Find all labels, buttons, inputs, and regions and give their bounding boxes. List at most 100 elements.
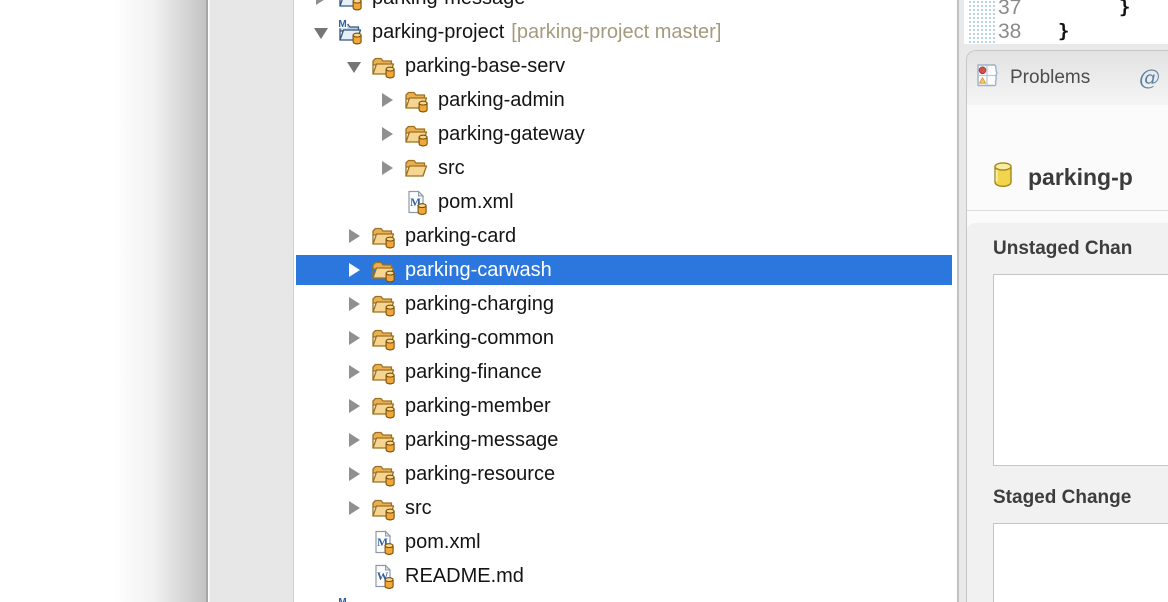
- tree-row-parking-message[interactable]: parking-message: [294, 423, 957, 457]
- maven-folder-icon: M: [337, 0, 364, 12]
- tree-item-label: src: [405, 497, 432, 520]
- tree-row-parking-common[interactable]: parking-common: [294, 321, 957, 355]
- expand-arrow-icon[interactable]: [347, 228, 361, 244]
- git-folder-icon: [370, 53, 397, 80]
- expand-arrow-icon[interactable]: [347, 432, 361, 448]
- git-folder-icon: [370, 223, 397, 250]
- expand-arrow-icon[interactable]: [347, 330, 361, 346]
- tree-row-parking-message[interactable]: Mparking-message: [294, 0, 957, 15]
- tree-row-partial[interactable]: M: [294, 593, 957, 602]
- expand-arrow-icon[interactable]: [314, 0, 328, 6]
- editor-line: 38 }: [964, 20, 1168, 43]
- javadoc-tab-icon[interactable]: @: [1139, 66, 1160, 90]
- expand-arrow-icon[interactable]: [347, 398, 361, 414]
- tree-row-pom.xml[interactable]: M pom.xml: [294, 525, 957, 559]
- tree-item-label: parking-card: [405, 225, 516, 248]
- maven-folder-icon: M: [337, 19, 364, 46]
- svg-text:M: M: [338, 19, 346, 30]
- tree-item-label: parking-message: [405, 429, 558, 452]
- tree-row-parking-base-serv[interactable]: parking-base-serv: [294, 49, 957, 83]
- staged-changes-list[interactable]: [993, 523, 1168, 602]
- git-staging-view: parking-p Unstaged Chan Staged Change: [967, 105, 1168, 602]
- expand-arrow-icon[interactable]: [347, 466, 361, 482]
- tree-item-label: parking-resource: [405, 463, 555, 486]
- maven-folder-icon: M: [337, 597, 364, 602]
- expand-arrow-icon[interactable]: [347, 296, 361, 312]
- expand-arrow-icon[interactable]: [347, 500, 361, 516]
- tree-item-label: parking-project: [372, 21, 504, 44]
- project-explorer-panel: Mparking-message Mparking-project [parkin…: [294, 0, 957, 602]
- tree-row-parking-member[interactable]: parking-member: [294, 389, 957, 423]
- tree-row-parking-finance[interactable]: parking-finance: [294, 355, 957, 389]
- workbench-left-margin: [209, 0, 294, 602]
- collapse-arrow-icon[interactable]: [347, 58, 361, 74]
- tree-row-parking-charging[interactable]: parking-charging: [294, 287, 957, 321]
- tree-item-label: parking-gateway: [438, 123, 585, 146]
- git-folder-icon: [370, 257, 397, 284]
- git-folder-icon: [370, 359, 397, 386]
- git-folder-icon: [370, 495, 397, 522]
- view-tab-bar: Problems @: [967, 51, 1168, 105]
- tree-row-src[interactable]: src: [294, 491, 957, 525]
- maven-file-icon: M: [370, 529, 397, 556]
- bottom-view-panel: Problems @ parking-p: [966, 50, 1168, 602]
- tree-item-label: parking-base-serv: [405, 55, 565, 78]
- problems-icon: [976, 63, 999, 93]
- expand-arrow-icon[interactable]: [380, 126, 394, 142]
- tree-item-label: parking-member: [405, 395, 551, 418]
- git-folder-icon: [370, 393, 397, 420]
- git-folder-icon: [370, 325, 397, 352]
- tree-item-label: README.md: [405, 565, 524, 588]
- maven-file-icon: M: [403, 189, 430, 216]
- tree-row-parking-carwash[interactable]: parking-carwash: [294, 253, 957, 287]
- git-folder-icon: [403, 121, 430, 148]
- expand-arrow-icon[interactable]: [347, 364, 361, 380]
- git-folder-icon: [370, 291, 397, 318]
- project-tree: Mparking-message Mparking-project [parkin…: [294, 0, 957, 602]
- tab-problems-label: Problems: [1010, 67, 1090, 89]
- line-number: 37: [998, 0, 1026, 20]
- git-repository-icon: [993, 161, 1013, 193]
- twisty-spacer: [380, 194, 394, 210]
- tree-item-label: parking-carwash: [405, 259, 552, 282]
- staging-sections: Unstaged Chan Staged Change: [967, 223, 1168, 602]
- expand-arrow-icon[interactable]: [380, 92, 394, 108]
- line-code: }: [1058, 20, 1069, 42]
- tree-row-README.md[interactable]: W README.md: [294, 559, 957, 593]
- git-folder-icon: [370, 461, 397, 488]
- git-folder-icon: [370, 427, 397, 454]
- tree-row-pom.xml[interactable]: M pom.xml: [294, 185, 957, 219]
- staged-changes-heading: Staged Change: [993, 487, 1168, 509]
- tree-row-parking-card[interactable]: parking-card: [294, 219, 957, 253]
- tree-item-label: src: [438, 157, 465, 180]
- background-window-shadow: [0, 0, 208, 602]
- staging-sash[interactable]: [993, 466, 1168, 487]
- tree-row-parking-resource[interactable]: parking-resource: [294, 457, 957, 491]
- tab-problems[interactable]: Problems: [976, 63, 1090, 93]
- tree-row-parking-gateway[interactable]: parking-gateway: [294, 117, 957, 151]
- code-editor-fragment[interactable]: 37 } 38 }: [964, 0, 1168, 44]
- git-branch-decoration: [parking-project master]: [511, 21, 721, 44]
- twisty-spacer: [347, 534, 361, 550]
- tree-row-src[interactable]: src: [294, 151, 957, 185]
- tree-item-label: parking-finance: [405, 361, 542, 384]
- tree-item-label: parking-admin: [438, 89, 565, 112]
- tree-item-label: parking-message: [372, 0, 525, 10]
- expand-arrow-icon[interactable]: [380, 160, 394, 176]
- editor-line: 37 }: [964, 0, 1168, 19]
- line-number: 38: [998, 20, 1026, 44]
- tree-item-label: parking-common: [405, 327, 554, 350]
- unstaged-changes-list[interactable]: [993, 274, 1168, 466]
- twisty-spacer: [347, 568, 361, 584]
- right-panel-stack: 37 } 38 }: [959, 0, 1168, 602]
- git-folder-icon: [403, 87, 430, 114]
- tree-row-parking-project[interactable]: Mparking-project [parking-project master]: [294, 15, 957, 49]
- tree-item-label: pom.xml: [405, 531, 481, 554]
- tree-item-label: parking-charging: [405, 293, 554, 316]
- markdown-file-icon: W: [370, 563, 397, 590]
- tree-row-parking-admin[interactable]: parking-admin: [294, 83, 957, 117]
- unstaged-changes-heading: Unstaged Chan: [993, 238, 1168, 260]
- folder-icon: [403, 155, 430, 182]
- collapse-arrow-icon[interactable]: [314, 24, 328, 40]
- expand-arrow-icon[interactable]: [347, 262, 361, 278]
